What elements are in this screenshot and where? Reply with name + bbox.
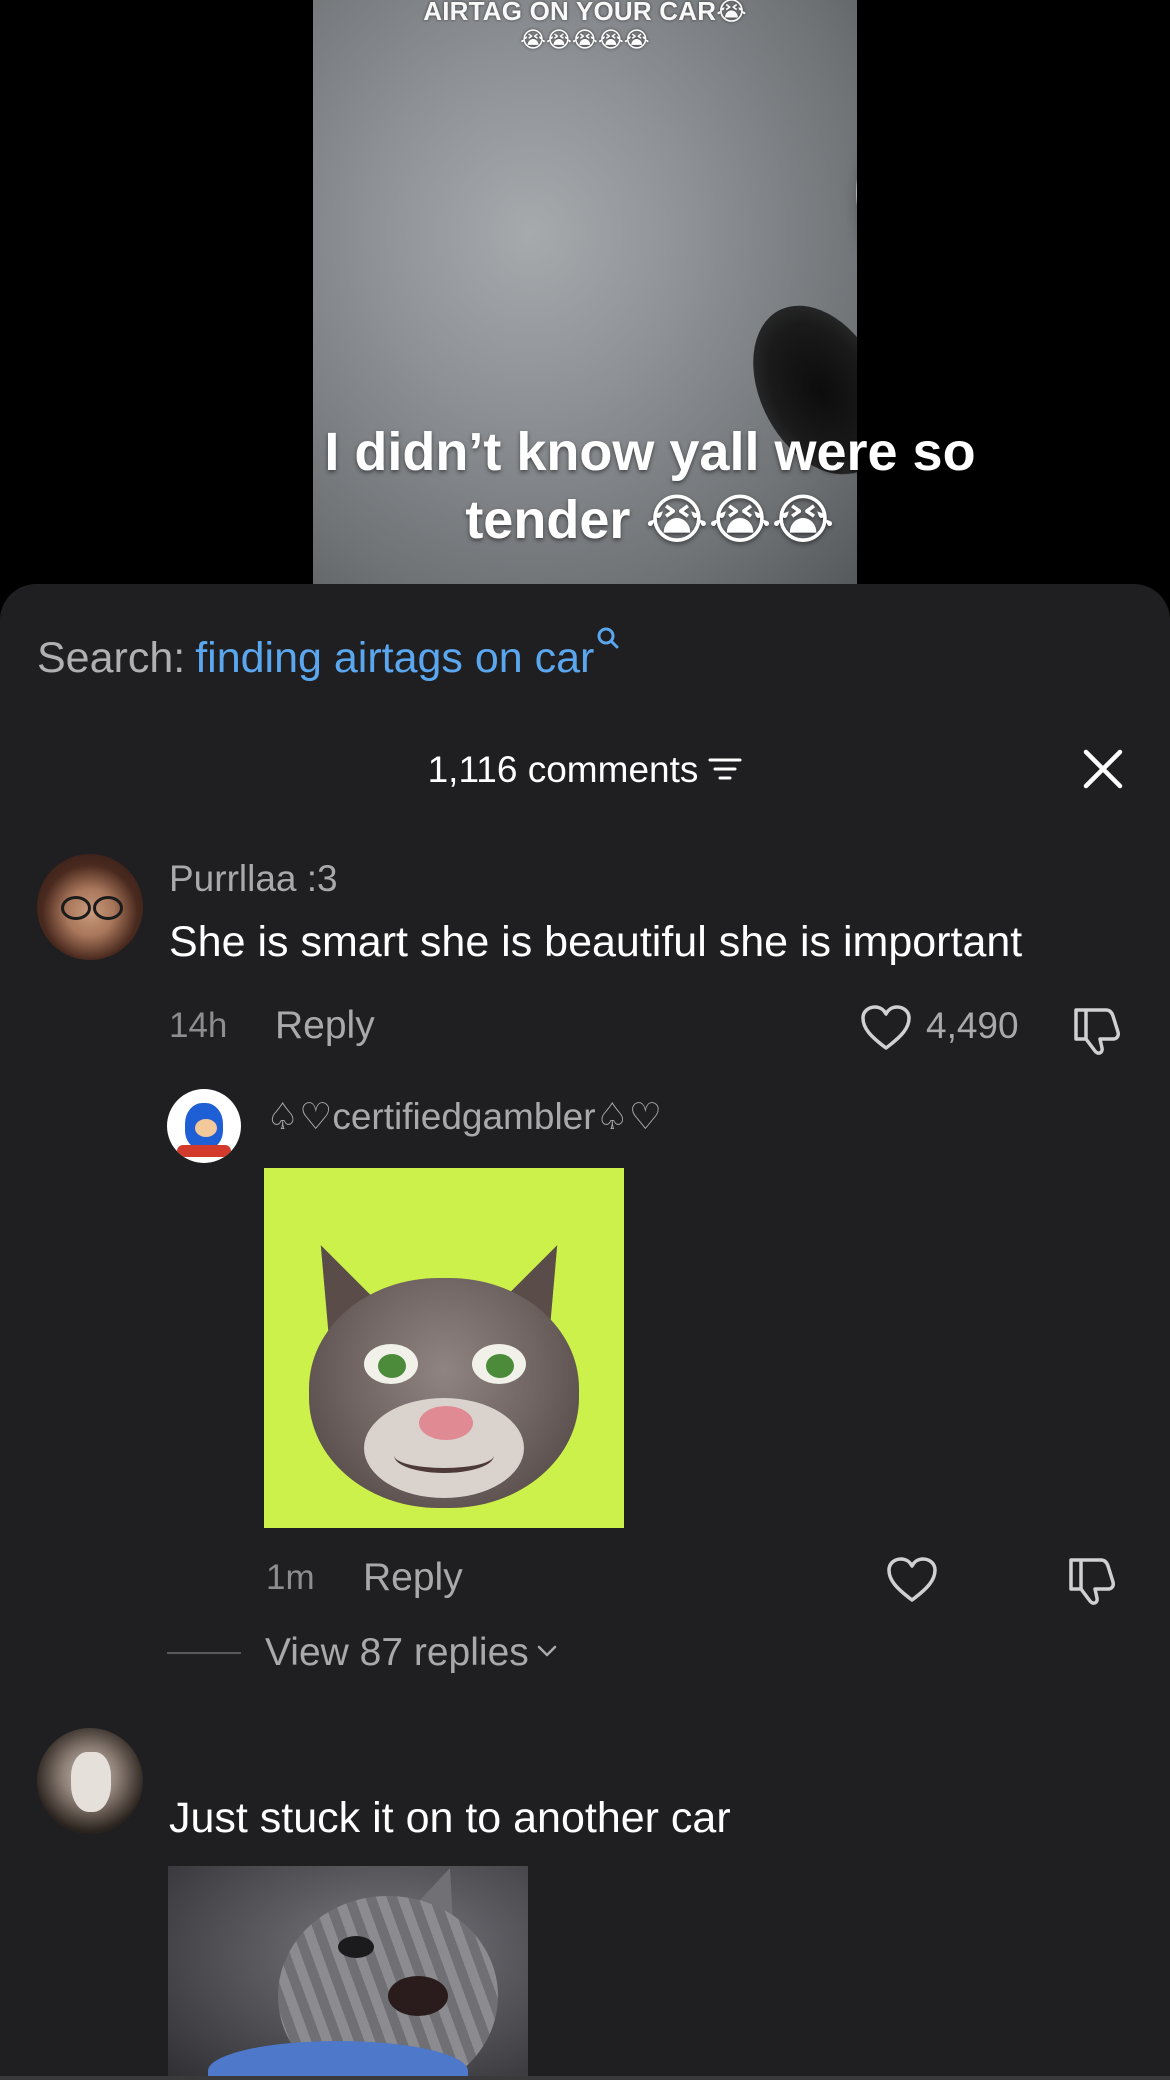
search-query-link[interactable]: finding airtags on car (195, 634, 594, 682)
avatar[interactable] (167, 1089, 241, 1163)
comments-count: 1,116 comments (427, 749, 699, 790)
replies-divider (167, 1652, 241, 1654)
close-icon[interactable] (1082, 748, 1124, 790)
comment-time: 14h (169, 1006, 228, 1045)
comments-sheet: Search: finding airtags on car 1,116 comm… (0, 584, 1170, 2080)
reply-button[interactable]: Reply (275, 1004, 375, 1048)
bottom-edge (0, 2076, 1170, 2080)
view-replies-label: View 87 replies (265, 1631, 529, 1674)
video-player[interactable]: AIRTAG ON YOUR CAR😭 😭😭😭😭😭 I didn’t know … (0, 0, 1170, 600)
comment-text: She is smart she is beautiful she is imp… (169, 918, 1023, 966)
video-caption: I didn’t know yall were so tender 😭😭😭 (324, 422, 976, 550)
comment-sticker-image[interactable] (264, 1168, 624, 1528)
comments-header: 1,116 comments (0, 746, 1170, 794)
avatar[interactable] (37, 854, 143, 960)
search-label: Search: (37, 634, 186, 682)
sort-icon[interactable] (708, 755, 742, 783)
airtag-image (841, 82, 857, 272)
video-top-text: AIRTAG ON YOUR CAR😭 😭😭😭😭😭 (313, 0, 857, 54)
reply-button[interactable]: Reply (363, 1556, 463, 1600)
comment-username[interactable]: Purrllaa :3 (169, 856, 338, 902)
search-suggestion[interactable]: Search: finding airtags on car (37, 627, 620, 686)
comment-time: 1m (266, 1558, 315, 1597)
search-icon (597, 627, 619, 649)
view-replies-button[interactable]: View 87 replies (265, 1630, 559, 1676)
like-count: 4,490 (926, 1005, 1019, 1046)
comment-username[interactable]: ♤♡certifiedgambler♤♡ (266, 1094, 662, 1140)
video-emoji-row: 😭😭😭😭😭 (520, 27, 650, 52)
chevron-down-icon (537, 1645, 557, 1656)
video-top-line: AIRTAG ON YOUR CAR😭 (423, 0, 747, 26)
thumbs-down-icon[interactable] (1070, 1004, 1124, 1056)
avatar[interactable] (37, 1728, 143, 1834)
thumbs-down-icon[interactable] (1065, 1554, 1119, 1606)
comment-sticker-image[interactable] (168, 1866, 528, 2080)
comment-text: Just stuck it on to another car (169, 1794, 731, 1842)
heart-icon[interactable] (886, 1556, 938, 1604)
heart-icon[interactable] (860, 1004, 912, 1052)
